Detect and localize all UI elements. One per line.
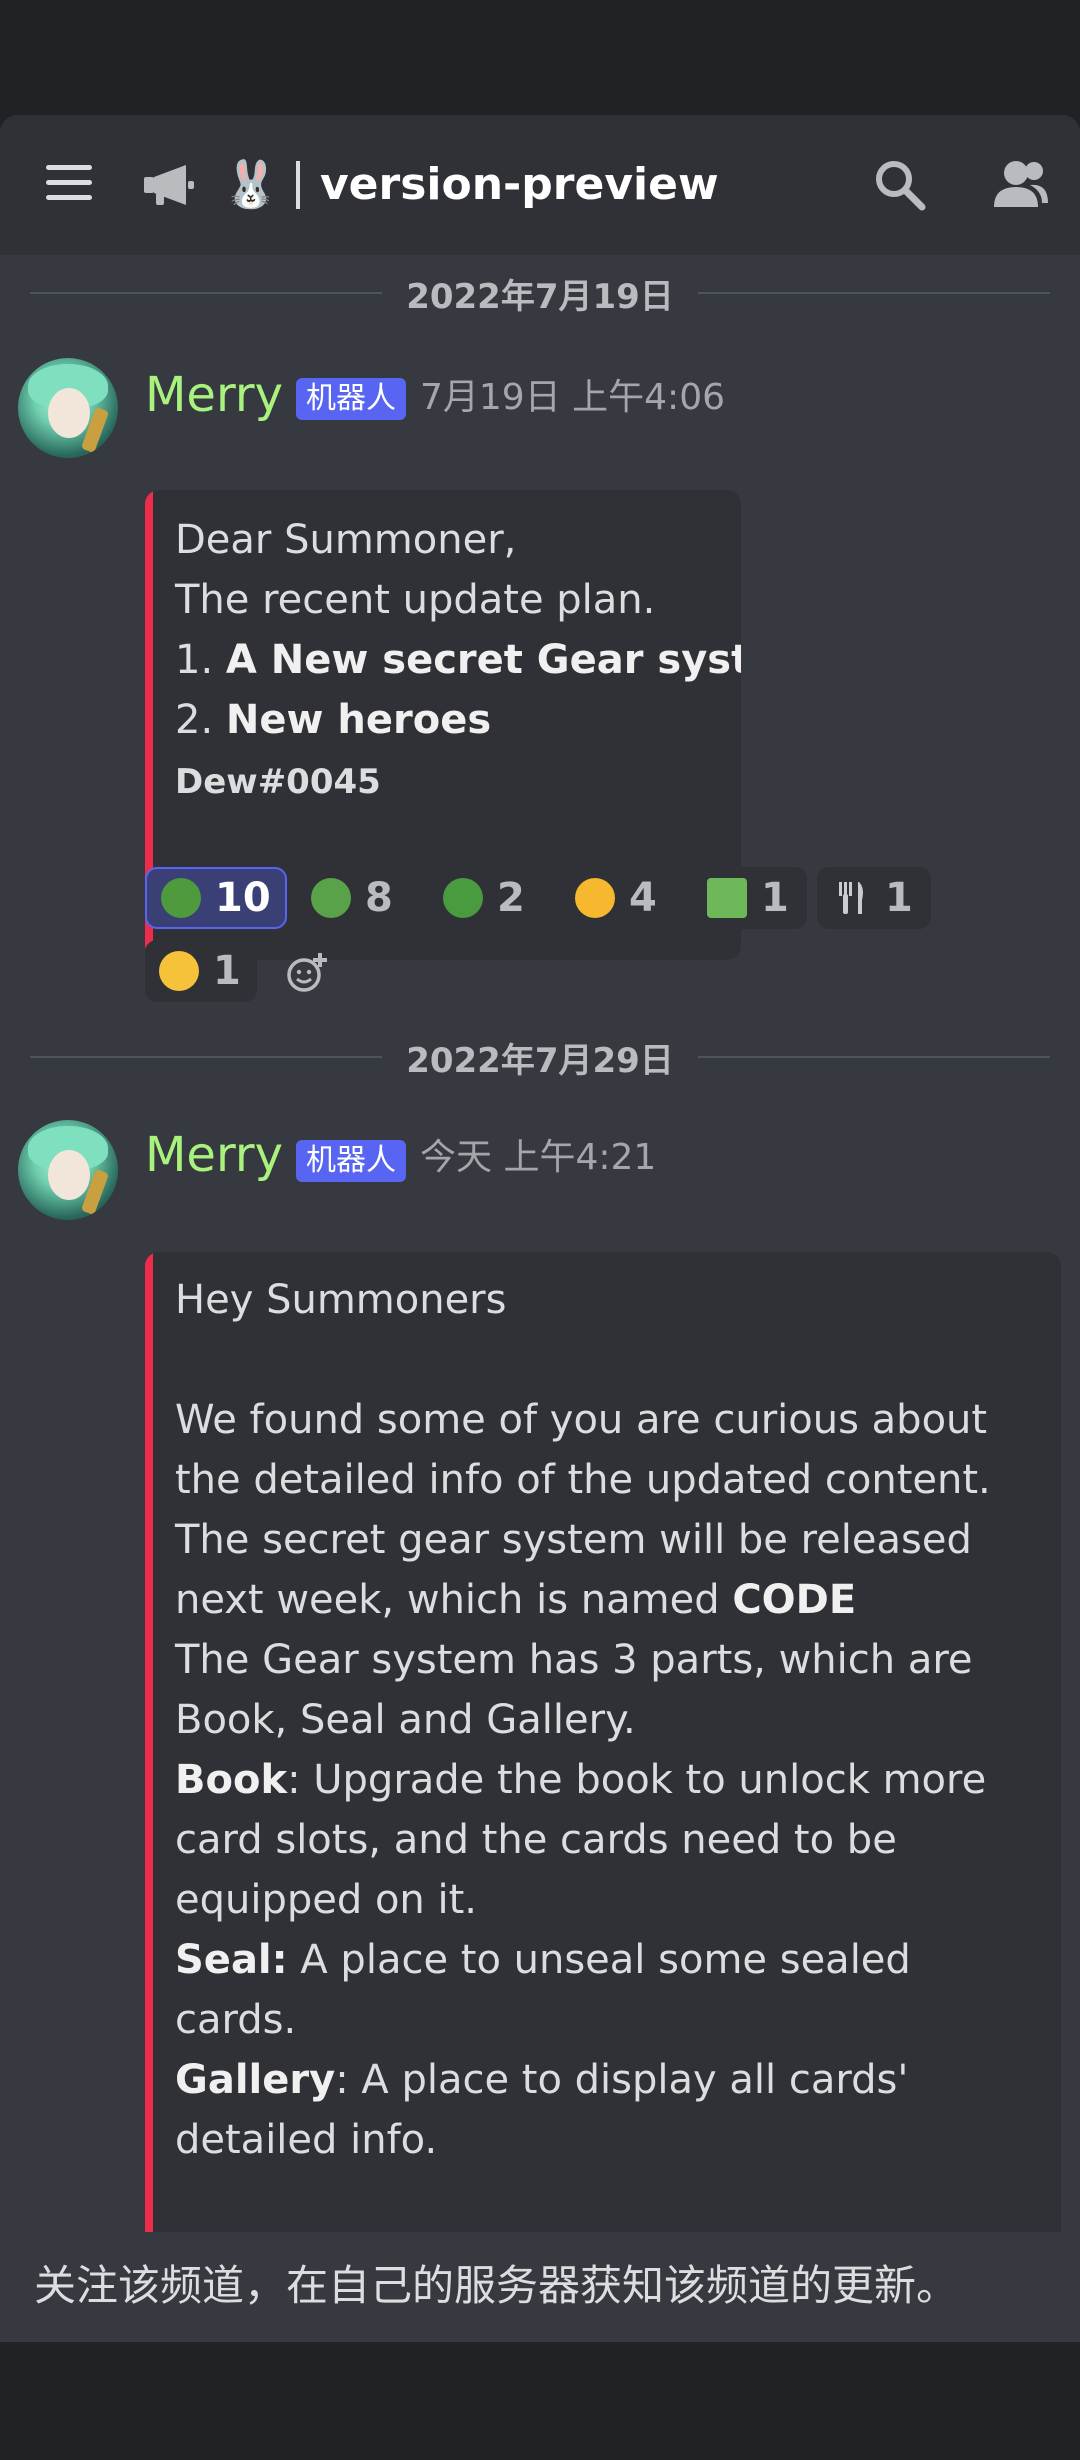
embed-text: : Upgrade the book to unlock more card s… [175,1757,987,1923]
reaction-button[interactable]: 2 [429,867,549,929]
frog-gun-emoji-icon [311,878,351,918]
title-divider [296,161,300,209]
embed-line: The recent update plan. [175,577,656,623]
embed-bold-text: New heroes [225,697,492,743]
reaction-button[interactable]: 4 [561,867,681,929]
reaction-count: 1 [213,948,241,994]
date-separator-text: 2022年7月29日 [406,1040,674,1081]
date-separator: 2022年7月29日 [30,1033,1051,1081]
embed-line: Dear Summoner, [175,517,517,563]
embed-line: 2. New heroes [175,690,719,750]
reaction-count: 8 [365,875,393,921]
frog-emoji-icon [443,878,483,918]
author-name[interactable]: Merry [145,1125,283,1185]
follow-description: 关注该频道，在自己的服务器获知该频道的更新。 [34,2261,959,2310]
reaction-button[interactable]: 1 [817,867,931,929]
megaphone-icon [142,161,198,213]
embed-paragraph: Book: Upgrade the book to unlock more ca… [175,1750,1031,1930]
embed-paragraph: Gallery: A place to display all cards' d… [175,2050,1031,2170]
channel-name: version-preview [320,159,719,210]
yes-face-emoji-icon [159,951,199,991]
message-timestamp: 今天 上午4:21 [420,1137,657,1178]
message-embed: Hey Summoners We found some of you are c… [145,1252,1061,2252]
reaction-count: 2 [497,875,525,921]
fork-knife-emoji-icon [831,878,871,918]
embed-line: 1. A New secret Gear system [175,630,741,690]
add-reaction-icon[interactable] [285,951,329,995]
search-icon[interactable] [872,157,928,213]
avatar[interactable] [18,1120,118,1220]
date-separator-text: 2022年7月19日 [406,276,674,317]
embed-bold-text: Seal: [175,1937,288,1983]
message-timestamp: 7月19日 上午4:06 [420,377,725,418]
embed-line-prefix: 1. [175,637,226,683]
reaction-button[interactable]: 1 [145,940,257,1002]
money-emoji-icon [707,878,747,918]
author-name[interactable]: Merry [145,365,283,425]
reaction-button[interactable]: 10 [145,867,287,929]
embed-bold-text: CODE [732,1577,857,1623]
reaction-count: 1 [885,875,913,921]
bot-tag: 机器人 [296,378,406,420]
embed-line-prefix: 2. [175,697,226,743]
embed-bold-text: Gallery [175,2057,336,2103]
members-icon[interactable] [990,157,1050,213]
channel-view: 🐰 version-preview 2022年7月19日 Merry 机器人 7 [0,115,1080,2342]
reaction-button[interactable]: 1 [693,867,807,929]
reaction-button[interactable]: 8 [297,867,417,929]
embed-paragraph: Seal: A place to unseal some sealed card… [175,1930,1031,2050]
follow-footer: 关注该频道，在自己的服务器获知该频道的更新。 关注 [0,2232,1080,2342]
embed-paragraph: We found some of you are curious about t… [175,1390,1031,1630]
hamburger-icon[interactable] [46,165,92,201]
embed-spacer [175,1330,1031,1390]
reaction-count: 4 [629,875,657,921]
channel-header: 🐰 version-preview [0,115,1080,255]
embed-footer: Dew#0045 [175,762,381,802]
thinking-face-emoji-icon [575,878,615,918]
frog-crying-emoji-icon [161,878,201,918]
embed-bold-text: A New secret Gear system [225,637,741,683]
embed-line: Hey Summoners [175,1277,507,1323]
reaction-count: 10 [215,875,271,921]
embed-bold-text: Book [175,1757,288,1803]
embed-paragraph: The Gear system has 3 parts, which are B… [175,1637,973,1743]
reaction-count: 1 [761,875,789,921]
rabbit-emoji: 🐰 [222,157,280,211]
avatar[interactable] [18,358,118,458]
bot-tag: 机器人 [296,1140,406,1182]
date-separator: 2022年7月19日 [30,269,1051,317]
embed-text: We found some of you are curious about t… [175,1397,991,1623]
